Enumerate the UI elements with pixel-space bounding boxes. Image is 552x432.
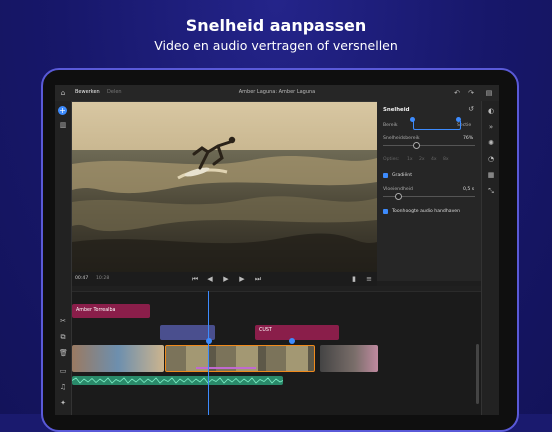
speed-label: Snelheidsbereik — [383, 136, 420, 141]
range-start-handle[interactable] — [410, 117, 415, 122]
speed-marker-left[interactable] — [206, 338, 212, 344]
project-title: Amber Laguna: Amber Laguna — [238, 89, 316, 95]
surfer-image — [72, 102, 377, 272]
transform-icon[interactable]: ⤡ — [487, 187, 495, 195]
media-library-icon[interactable]: ▥ — [59, 121, 67, 129]
track-icon[interactable]: ▭ — [59, 367, 67, 375]
filter-icon[interactable]: ✺ — [487, 139, 495, 147]
skip-forward-icon[interactable]: ⏭ — [254, 275, 262, 283]
transition-icon[interactable]: ▦ — [487, 171, 495, 179]
bereik-label: Bereik — [383, 123, 398, 128]
color-icon[interactable]: ◐ — [487, 107, 495, 115]
gauge-icon[interactable]: ◔ — [487, 155, 495, 163]
video-clip-1[interactable] — [72, 345, 164, 372]
current-time: 00:47 — [75, 276, 89, 281]
more-icon[interactable]: ≡ — [365, 275, 373, 283]
top-bar: ⌂ Bewerken Delen Amber Laguna: Amber Lag… — [55, 85, 499, 102]
speed-slider-thumb[interactable] — [412, 142, 420, 149]
speed-ramp-indicator — [196, 367, 256, 369]
preset-1x[interactable]: 1x — [407, 157, 413, 162]
play-icon[interactable]: ▶ — [222, 275, 230, 283]
title-clip-label: Amber Torrealba — [76, 308, 116, 313]
range-end-handle[interactable] — [456, 117, 461, 122]
headline: Snelheid aanpassen — [185, 16, 367, 35]
left-toolbar: + ▥ ✂ ⧉ 🗑 ▭ ♫ ✦ — [55, 101, 72, 415]
preset-label: Opties: — [383, 157, 400, 162]
smoothness-slider-thumb[interactable] — [395, 193, 402, 200]
step-forward-icon[interactable]: ▶ — [238, 275, 246, 283]
undo-icon[interactable]: ↶ — [453, 89, 461, 97]
subline: Video en audio vertragen of versnellen — [154, 38, 398, 53]
preset-2x[interactable]: 2x — [419, 157, 425, 162]
cust-clip-label: CUST — [259, 328, 272, 333]
timeline-scrollbar[interactable] — [476, 344, 479, 404]
cust-clip[interactable]: CUST — [255, 325, 339, 340]
audio-clip[interactable] — [72, 376, 283, 385]
pitch-label: Toonhoogte audio handhaven — [392, 209, 461, 214]
split-icon[interactable]: ✂ — [59, 317, 67, 325]
preset-8x[interactable]: 8x — [443, 157, 449, 162]
reset-icon[interactable]: ↺ — [467, 105, 475, 113]
video-preview[interactable] — [72, 102, 377, 272]
preset-4x[interactable]: 4x — [431, 157, 437, 162]
transport-bar: 00:47 10:28 ⏮ ◀ ▶ ▶ ⏭ ▮ ≡ — [72, 272, 377, 286]
app-screen: ⌂ Bewerken Delen Amber Laguna: Amber Lag… — [55, 85, 499, 415]
title-clip[interactable]: Amber Torrealba — [72, 304, 150, 318]
step-back-icon[interactable]: ◀ — [206, 275, 214, 283]
timeline: Amber Torrealba CUST — [72, 286, 481, 415]
speed-marker-right[interactable] — [289, 338, 295, 344]
panel-title: Snelheid — [383, 107, 410, 113]
gradient-checkbox[interactable] — [383, 173, 388, 178]
add-media-icon[interactable]: + — [58, 106, 67, 115]
effects-icon[interactable]: ✦ — [59, 399, 67, 407]
speed-tool-icon[interactable]: » — [487, 123, 495, 131]
speed-panel: Snelheid ↺ Bereik Sectie Snelheidsbereik… — [377, 101, 481, 281]
smoothness-value: 0,5 s — [463, 187, 475, 192]
speed-value: 76% — [463, 136, 474, 141]
gradient-label: Gradiënt — [392, 173, 412, 178]
smoothness-label: Vloeiendheid — [383, 187, 413, 192]
time-ruler — [72, 286, 481, 292]
selected-video-clip[interactable] — [165, 345, 315, 372]
redo-icon[interactable]: ↷ — [467, 89, 475, 97]
playhead[interactable] — [208, 291, 209, 415]
right-toolbar: ◐ » ✺ ◔ ▦ ⤡ — [481, 101, 499, 415]
delete-icon[interactable]: 🗑 — [59, 349, 68, 357]
skip-back-icon[interactable]: ⏮ — [191, 275, 199, 283]
audio-waveform — [72, 377, 283, 384]
duplicate-icon[interactable]: ⧉ — [59, 333, 67, 341]
audio-track-icon[interactable]: ♫ — [59, 383, 67, 391]
chat-icon[interactable]: ▤ — [485, 89, 493, 97]
pitch-checkbox[interactable] — [383, 209, 388, 214]
speed-slider-track[interactable] — [383, 145, 475, 146]
total-time: 10:28 — [96, 276, 110, 281]
range-bracket — [413, 121, 461, 130]
audio-levels-icon[interactable]: ▮ — [350, 275, 358, 283]
video-clip-3[interactable] — [320, 345, 378, 372]
